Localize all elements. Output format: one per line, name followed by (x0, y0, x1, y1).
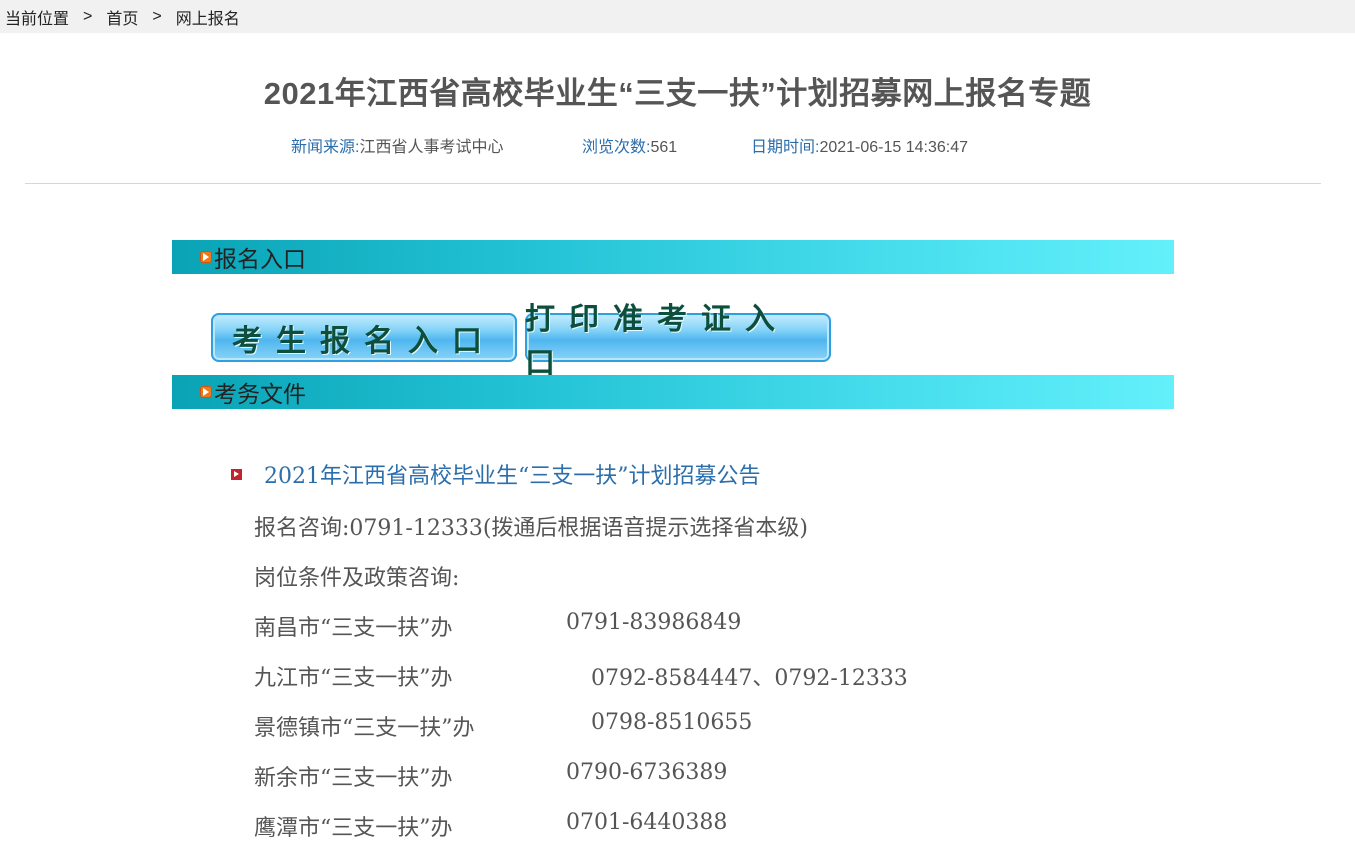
breadcrumb: 当前位置 > 首页 > 网上报名 (0, 0, 1355, 33)
meta-views: 浏览次数:561 (582, 133, 677, 157)
office-phone: 0790-6736389 (566, 760, 728, 785)
policy-line: 岗位条件及政策咨询: (254, 566, 460, 591)
office-name: 九江市“三支一扶”办 (254, 666, 453, 691)
page-title: 2021年江西省高校毕业生“三支一扶”计划招募网上报名专题 (263, 76, 1092, 111)
office-phone: 0798-8510655 (591, 710, 753, 735)
office-row: 南昌市“三支一扶”办 0791-83986849 (254, 610, 741, 642)
office-phone: 0792-8584447、0792-12333 (591, 666, 908, 691)
office-row: 新余市“三支一扶”办 0790-6736389 (254, 760, 727, 792)
office-phone: 0791-83986849 (566, 610, 742, 635)
meta-views-label: 浏览次数: (582, 139, 651, 156)
office-name: 新余市“三支一扶”办 (254, 766, 453, 791)
divider (25, 183, 1321, 184)
breadcrumb-current-link[interactable]: 网上报名 (176, 5, 240, 29)
arrow-square-icon (231, 468, 242, 480)
meta-views-value: 561 (650, 139, 678, 156)
office-row: 鹰潭市“三支一扶”办 0701-6440388 (254, 810, 727, 842)
print-admission-ticket-button[interactable]: 打印准考证入口 (525, 302, 831, 381)
article-meta: 新闻来源:江西省人事考试中心 浏览次数:561 日期时间:2021-06-15 … (0, 133, 1355, 156)
notice-link[interactable]: 2021年江西省高校毕业生“三支一扶”计划招募公告 (264, 458, 760, 490)
meta-date-value: 2021-06-15 14:36:47 (819, 139, 969, 156)
arrow-bullet-icon (200, 386, 212, 398)
breadcrumb-separator: > (83, 7, 93, 25)
office-phone: 0701-6440388 (566, 810, 728, 835)
meta-source: 新闻来源:江西省人事考试中心 (291, 133, 503, 157)
section-header-docs: 考务文件 (172, 375, 1174, 409)
office-name: 鹰潭市“三支一扶”办 (254, 816, 453, 841)
arrow-bullet-icon (200, 251, 212, 263)
office-row: 九江市“三支一扶”办 0792-8584447、0792-12333 (254, 660, 908, 692)
office-name: 南昌市“三支一扶”办 (254, 616, 453, 641)
section-header-signup: 报名入口 (172, 240, 1174, 274)
breadcrumb-label: 当前位置 (5, 10, 70, 28)
consult-line: 报名咨询:0791-12333(拨通后根据语音提示选择省本级) (254, 516, 808, 541)
meta-date: 日期时间:2021-06-15 14:36:47 (751, 133, 968, 157)
office-row: 景德镇市“三支一扶”办 0798-8510655 (254, 710, 752, 742)
office-name: 景德镇市“三支一扶”办 (254, 716, 475, 741)
meta-date-label: 日期时间: (751, 139, 820, 156)
meta-source-label: 新闻来源: (291, 139, 360, 156)
signup-entry-button[interactable]: 考生报名入口 (211, 313, 517, 362)
section-title-docs: 考务文件 (214, 382, 306, 408)
breadcrumb-separator: > (152, 7, 162, 25)
section-title-signup: 报名入口 (214, 247, 306, 273)
notice-item: 2021年江西省高校毕业生“三支一扶”计划招募公告 (231, 458, 760, 490)
breadcrumb-home-link[interactable]: 首页 (106, 5, 138, 29)
meta-source-value: 江西省人事考试中心 (359, 139, 504, 156)
